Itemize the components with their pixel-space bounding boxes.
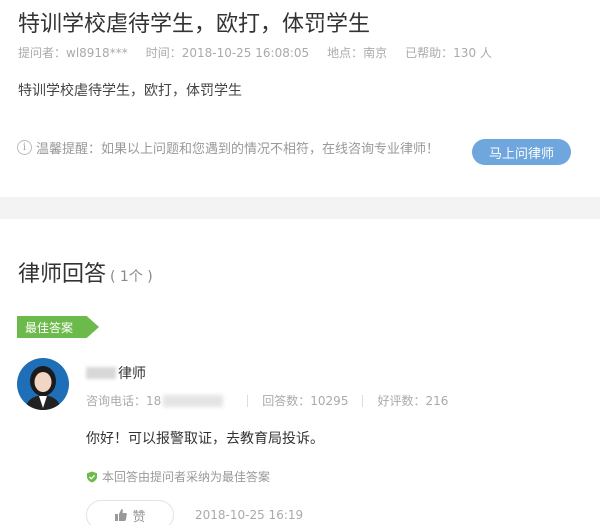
answers-heading: 律师回答 ( 1个 ): [18, 256, 153, 288]
question-body: 特训学校虐待学生，欧打，体罚学生: [18, 83, 242, 99]
reminder-row: i 温馨提醒：如果以上问题和您遇到的情况不相符，在线咨询专业律师！: [17, 138, 439, 157]
shield-check-icon: [87, 471, 97, 482]
asker-label: 提问者：wl8918***: [18, 46, 128, 60]
question-location: 地点：南京: [327, 46, 388, 60]
adopted-note-text: 本回答由提问者采纳为最佳答案: [102, 470, 271, 484]
like-button[interactable]: 赞: [86, 500, 174, 525]
adopted-note: 本回答由提问者采纳为最佳答案: [86, 468, 270, 485]
question-title: 特训学校虐待学生，欧打，体罚学生: [18, 12, 371, 37]
phone-label: 咨询电话：18: [86, 394, 162, 408]
lawyer-name-row: 律师: [86, 363, 146, 383]
answers-title: 律师回答: [18, 262, 107, 287]
lawyer-name-suffix[interactable]: 律师: [118, 363, 146, 383]
name-blur: [86, 367, 116, 379]
phone-blur: [163, 394, 224, 407]
answer-text: 你好！可以报警取证，去教育局投诉。: [86, 431, 324, 447]
helped-count: 已帮助：130 人: [405, 46, 492, 60]
like-label: 赞: [132, 509, 146, 525]
lawyer-stats: 咨询电话：18 回答数：10295 好评数：216: [86, 392, 448, 409]
question-time: 时间：2018-10-25 16:08:05: [145, 46, 310, 60]
answers-count-stat: 回答数：10295: [262, 394, 349, 408]
answers-count: ( 1个 ): [110, 269, 153, 285]
reminder-text: 温馨提醒：如果以上问题和您遇到的情况不相符，在线咨询专业律师！: [36, 142, 440, 157]
ask-lawyer-button[interactable]: 马上问律师: [472, 139, 571, 165]
section-divider: [0, 197, 600, 219]
info-icon: i: [17, 140, 32, 155]
stat-separator: [247, 394, 249, 407]
rating-count-stat: 好评数：216: [377, 394, 449, 408]
best-answer-badge: 最佳答案: [17, 316, 99, 338]
question-meta: 提问者：wl8918*** 时间：2018-10-25 16:08:05 地点：…: [18, 44, 510, 61]
avatar[interactable]: [17, 358, 69, 410]
thumbs-up-icon: [115, 509, 128, 521]
stat-separator: [362, 394, 364, 407]
answer-time: 2018-10-25 16:19: [195, 508, 304, 522]
